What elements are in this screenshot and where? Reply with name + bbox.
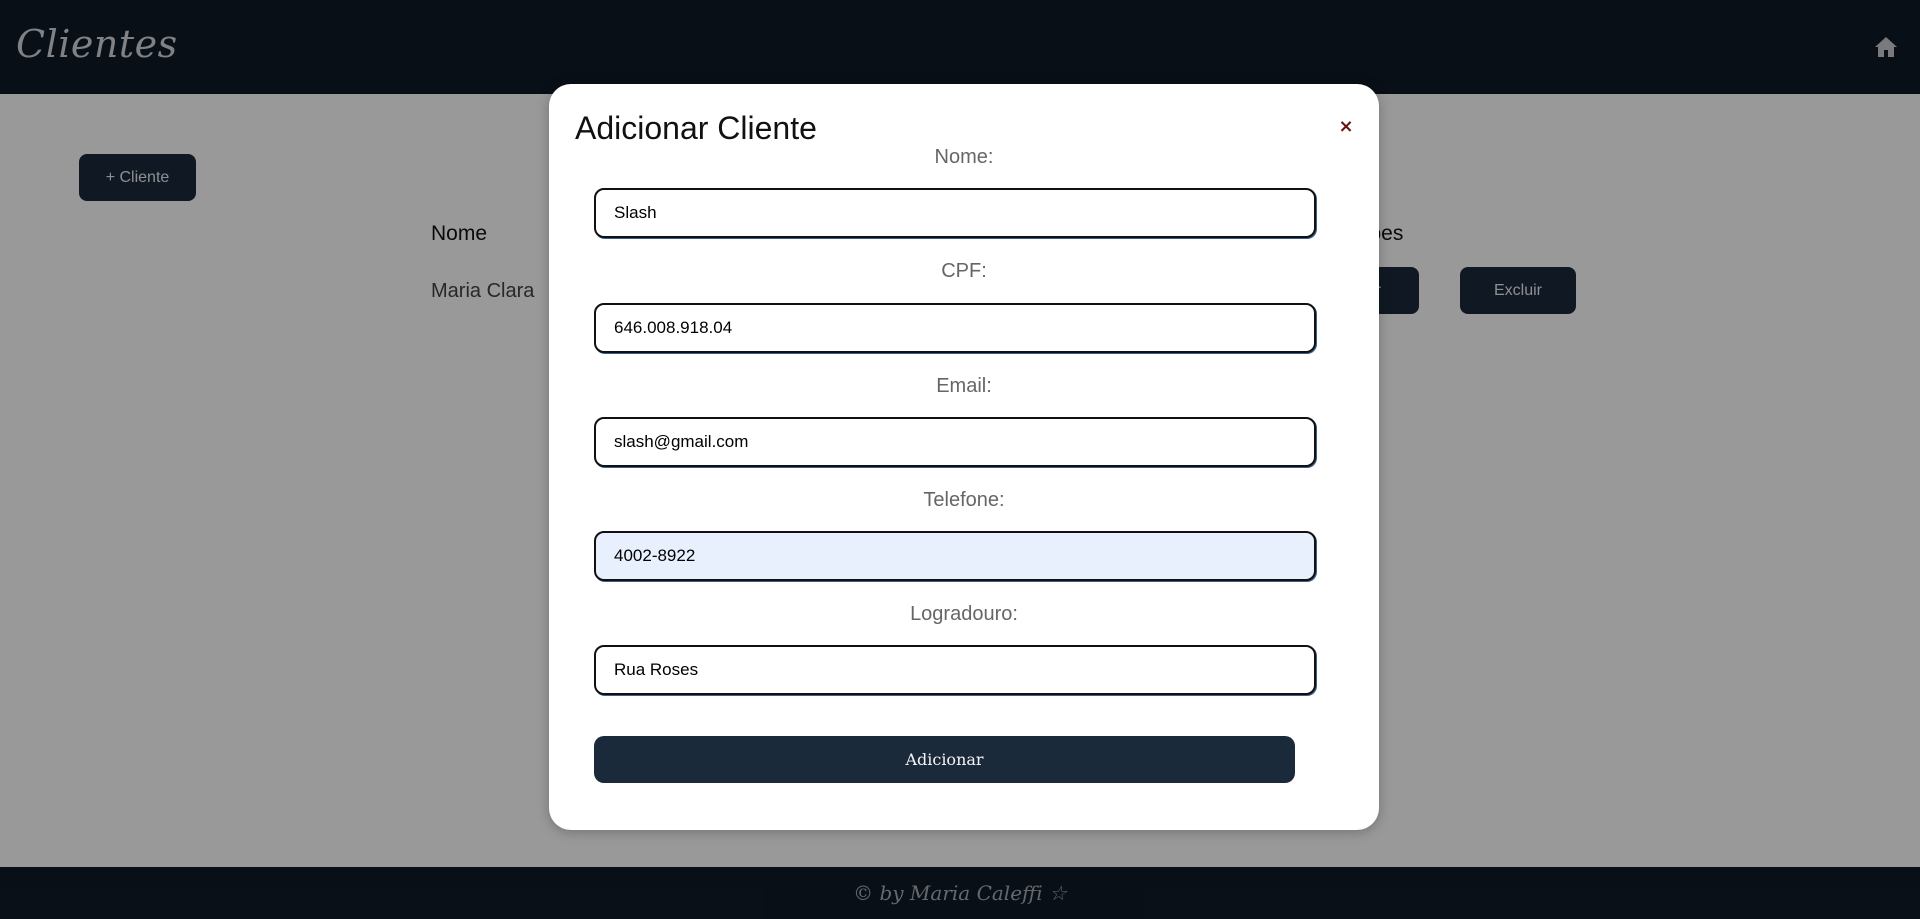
cpf-field[interactable]: 646.008.918.04 (594, 303, 1316, 353)
name-label: Nome: (934, 146, 994, 168)
street-label: Logradouro: (910, 603, 1018, 625)
name-field[interactable]: Slash (594, 188, 1316, 238)
phone-label: Telefone: (923, 489, 1005, 511)
phone-field[interactable]: 4002-8922 (594, 531, 1316, 581)
add-client-modal: Adicionar Cliente × Nome: Slash CPF: 646… (549, 84, 1379, 830)
modal-title: Adicionar Cliente (575, 110, 817, 146)
email-label: Email: (936, 375, 992, 397)
close-icon[interactable]: × (1337, 118, 1355, 136)
cpf-label: CPF: (941, 260, 987, 282)
email-field[interactable]: slash@gmail.com (594, 417, 1316, 467)
street-field[interactable]: Rua Roses (594, 645, 1316, 695)
add-submit-button[interactable]: Adicionar (594, 736, 1295, 783)
